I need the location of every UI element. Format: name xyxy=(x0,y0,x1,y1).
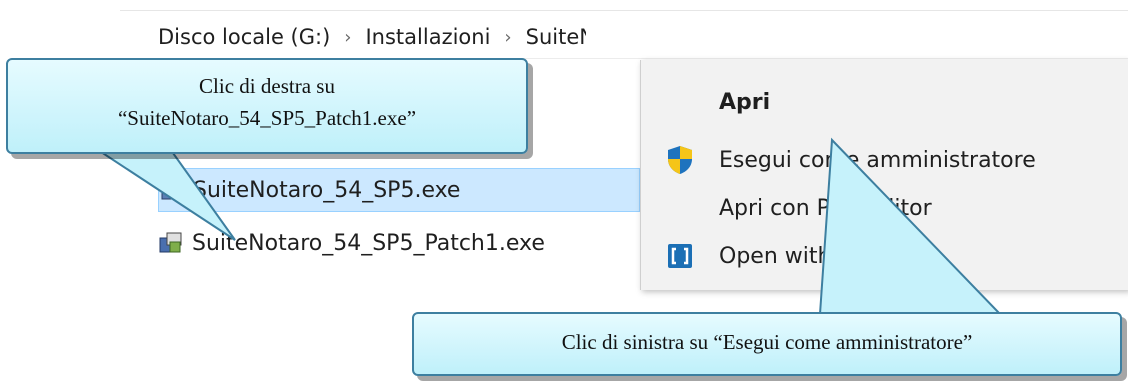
menu-item-label: Esegui come amministratore xyxy=(719,147,1036,173)
file-name: SuiteNotaro_54_SP5.exe xyxy=(193,177,461,203)
breadcrumb-item-installazioni[interactable]: Installazioni xyxy=(365,25,490,49)
file-row[interactable]: SuiteNotaro_54_SP5_Patch1.exe xyxy=(158,222,638,264)
callout-text: Clic di sinistra su “Esegui come amminis… xyxy=(561,330,973,354)
menu-item-open-with-pdf-editor[interactable]: Apri con PDF Editor xyxy=(641,186,1128,230)
uac-shield-icon xyxy=(665,145,695,175)
menu-item-label: Apri xyxy=(719,89,771,115)
context-menu: Apri Esegui come amministratore Apri con… xyxy=(640,60,1128,290)
callout-left-click: Clic di sinistra su “Esegui come amminis… xyxy=(412,312,1122,376)
breadcrumb-item-drive[interactable]: Disco locale (G:) xyxy=(158,25,330,49)
file-name: SuiteNotaro_54_SP5_Patch1.exe xyxy=(192,230,545,256)
installer-icon xyxy=(158,230,184,256)
menu-item-open-with-brackets[interactable]: Open with Brackets xyxy=(641,234,1128,278)
breadcrumb-item-suite[interactable]: SuiteNotaro54SP5a xyxy=(526,25,586,49)
callout-right-click: Clic di destra su “SuiteNotaro_54_SP5_Pa… xyxy=(6,58,528,154)
callout-text: “SuiteNotaro_54_SP5_Patch1.exe” xyxy=(117,106,417,130)
menu-item-label: Apri con PDF Editor xyxy=(719,195,932,221)
menu-item-label: Open with Brackets xyxy=(719,243,934,269)
menu-item-run-as-admin[interactable]: Esegui come amministratore xyxy=(641,138,1128,182)
chevron-right-icon: › xyxy=(504,26,512,48)
menu-item-apri[interactable]: Apri xyxy=(641,80,1128,124)
chevron-right-icon: › xyxy=(344,26,352,48)
file-row-selected[interactable]: SuiteNotaro_54_SP5.exe xyxy=(158,168,640,212)
installer-icon xyxy=(159,177,185,203)
callout-text: Clic di destra su xyxy=(199,74,335,98)
explorer-top-border xyxy=(120,10,1128,11)
breadcrumb: Disco locale (G:) › Installazioni › Suit… xyxy=(158,20,586,54)
brackets-icon xyxy=(665,241,695,271)
